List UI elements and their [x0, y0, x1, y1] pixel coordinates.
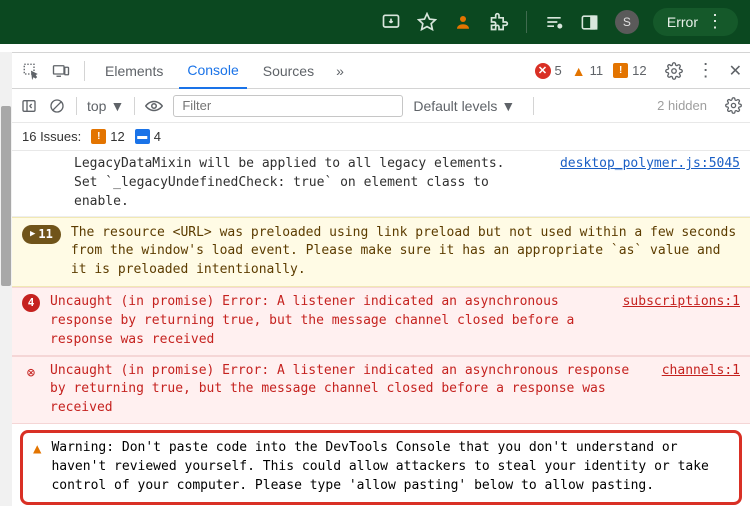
scroll-thumb[interactable]: [1, 106, 11, 286]
issues-blue-chip: ▬ 4: [135, 129, 161, 144]
console-filterbar: top ▼ Default levels ▼ 2 hidden: [12, 89, 750, 123]
levels-value: Default levels: [413, 98, 497, 114]
devtools-panel: Elements Console Sources » ✕ 5 ▲ 11 ! 12: [0, 52, 750, 506]
info-square-icon: !: [613, 63, 628, 78]
warning-count[interactable]: ▲ 11: [572, 63, 603, 79]
tabs-right: ⋮ ✕: [665, 60, 742, 81]
tabs-overflow[interactable]: »: [330, 63, 350, 79]
fb-sep2: [134, 97, 135, 115]
warning-triangle-icon: ▲: [33, 439, 41, 496]
warning-message: Warning: Don't paste code into the DevTo…: [51, 439, 729, 496]
tab-sep: [84, 61, 85, 81]
error-label: Error: [667, 14, 698, 30]
log-row: LegacyDataMixin will be applied to all l…: [12, 151, 750, 217]
log-row-error: 4 Uncaught (in promise) Error: A listene…: [12, 287, 750, 356]
sidebar-toggle-icon[interactable]: [20, 98, 38, 114]
tab-console[interactable]: Console: [179, 53, 246, 89]
levels-select[interactable]: Default levels ▼: [413, 98, 515, 114]
log-source-link[interactable]: channels:1: [662, 362, 740, 381]
chevron-right-icon: ▶: [30, 228, 35, 241]
log-source-link[interactable]: desktop_polymer.js:5045: [560, 155, 740, 174]
issues-orange-icon: !: [91, 129, 106, 144]
info-count-value: 12: [632, 63, 646, 78]
expand-count-pill[interactable]: ▶ 11: [22, 225, 61, 244]
log-message: Uncaught (in promise) Error: A listener …: [50, 362, 652, 419]
log-message: Uncaught (in promise) Error: A listener …: [50, 293, 613, 350]
avatar[interactable]: S: [615, 10, 639, 34]
issues-label: 16 Issues:: [22, 129, 81, 144]
browser-toolbar: S Error ⋮: [0, 0, 750, 44]
page-scrollbar[interactable]: [0, 52, 12, 506]
info-count[interactable]: ! 12: [613, 63, 646, 78]
issues-orange-chip: ! 12: [91, 129, 124, 144]
settings-gear-icon[interactable]: [665, 62, 683, 80]
chevron-down-icon: ▼: [501, 98, 515, 114]
context-value: top: [87, 98, 106, 114]
issues-blue-icon: ▬: [135, 129, 150, 144]
issues-blue-value: 4: [154, 129, 161, 144]
warning-count-value: 11: [590, 63, 604, 78]
log-message: The resource <URL> was preloaded using l…: [71, 224, 740, 281]
log-row-error: ⊗ Uncaught (in promise) Error: A listene…: [12, 356, 750, 425]
inspect-icon[interactable]: [20, 62, 42, 80]
live-expression-icon[interactable]: [145, 99, 163, 113]
error-x-icon: ⊗: [22, 363, 40, 383]
error-count-badge[interactable]: 4: [22, 294, 40, 312]
issues-orange-value: 12: [110, 129, 124, 144]
close-icon[interactable]: ✕: [729, 61, 742, 81]
issues-bar[interactable]: 16 Issues: ! 12 ▬ 4: [12, 123, 750, 151]
tab-elements[interactable]: Elements: [97, 54, 171, 88]
extensions-icon[interactable]: [488, 11, 510, 33]
star-icon[interactable]: [416, 11, 438, 33]
console-settings-icon[interactable]: [725, 97, 742, 114]
log-row-preload: ▶ 11 The resource <URL> was preloaded us…: [12, 217, 750, 288]
tab-sources[interactable]: Sources: [255, 54, 322, 88]
more-vert-icon[interactable]: ⋮: [697, 60, 715, 81]
error-button[interactable]: Error ⋮: [653, 8, 738, 36]
toolbar-divider: [526, 11, 527, 33]
log-message: LegacyDataMixin will be applied to all l…: [74, 155, 550, 212]
fb-sep3: [533, 97, 534, 115]
gap: [0, 44, 750, 52]
panel: Elements Console Sources » ✕ 5 ▲ 11 ! 12: [12, 52, 750, 506]
log-area: LegacyDataMixin will be applied to all l…: [12, 151, 750, 506]
context-select[interactable]: top ▼: [87, 98, 124, 114]
error-count[interactable]: ✕ 5: [535, 63, 562, 79]
chevron-down-icon: ▼: [110, 98, 124, 114]
menu-dots-icon: ⋮: [706, 12, 724, 30]
sidepanel-icon[interactable]: [579, 11, 601, 33]
device-icon[interactable]: [50, 62, 72, 80]
filter-input[interactable]: [173, 95, 403, 117]
profile-icon[interactable]: [452, 11, 474, 33]
error-count-value: 5: [555, 63, 562, 78]
clear-console-icon[interactable]: [48, 98, 66, 114]
error-x-icon: ✕: [535, 63, 551, 79]
paste-warning-box: ▲ Warning: Don't paste code into the Dev…: [20, 430, 742, 505]
pill-count: 11: [38, 226, 52, 243]
status-counts: ✕ 5 ▲ 11 ! 12: [535, 63, 647, 79]
log-source-link[interactable]: subscriptions:1: [623, 293, 740, 312]
install-icon[interactable]: [380, 11, 402, 33]
fb-sep: [76, 97, 77, 115]
tabs: Elements Console Sources » ✕ 5 ▲ 11 ! 12: [12, 53, 750, 89]
hidden-count[interactable]: 2 hidden: [657, 98, 707, 113]
warning-triangle-icon: ▲: [572, 63, 586, 79]
music-icon[interactable]: [543, 11, 565, 33]
